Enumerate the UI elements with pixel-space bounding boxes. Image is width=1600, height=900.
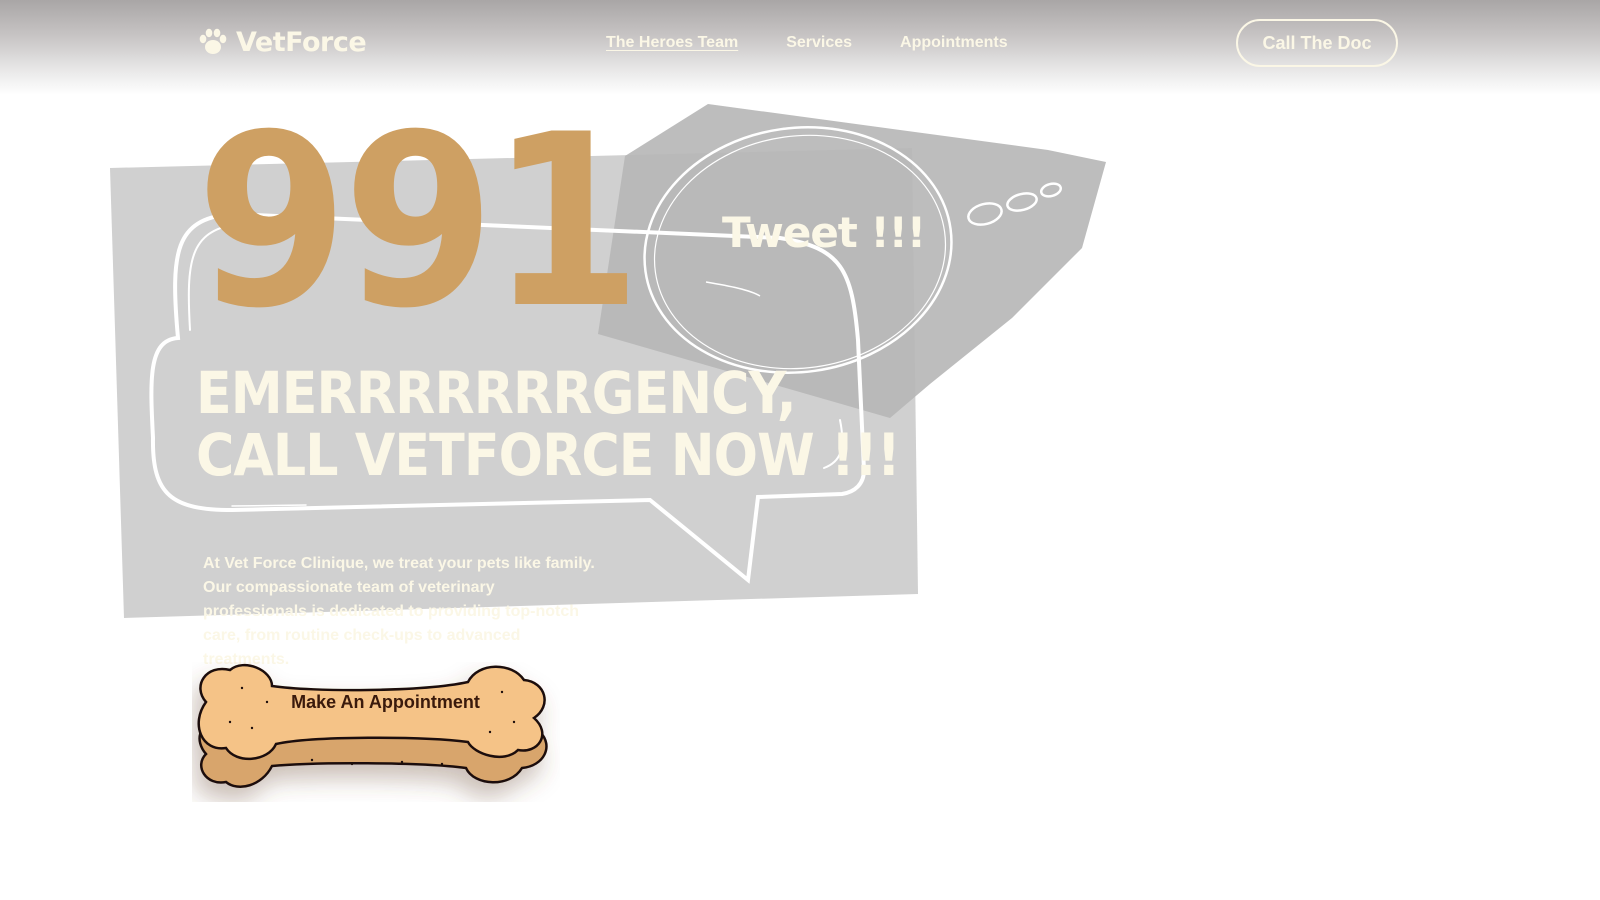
hero-headline: EMERRRRRRRGENCY, CALL VETFORCE NOW !!! <box>196 359 901 489</box>
nav-heroes-team[interactable]: The Heroes Team <box>606 34 738 52</box>
nav-appointments[interactable]: Appointments <box>900 34 1008 52</box>
headline-line-2: CALL VETFORCE NOW !!! <box>196 421 901 489</box>
main-nav: The Heroes Team Services Appointments <box>606 34 1008 52</box>
header: VetForce The Heroes Team Services Appoin… <box>0 0 1600 95</box>
dog-bone-icon <box>197 664 548 788</box>
make-appointment-label: Make An Appointment <box>291 692 480 712</box>
call-the-doc-button[interactable]: Call The Doc <box>1236 19 1398 67</box>
hero-description: At Vet Force Clinique, we treat your pet… <box>203 555 595 668</box>
nav-services[interactable]: Services <box>786 34 852 52</box>
paw-icon <box>199 28 227 54</box>
make-appointment-button[interactable]: Make An Appointment <box>192 662 560 802</box>
emergency-number: 991 <box>196 84 642 361</box>
logo-text: VetForce <box>236 26 367 58</box>
headline-line-1: EMERRRRRRRGENCY, <box>196 359 797 427</box>
page: VetForce The Heroes Team Services Appoin… <box>0 0 1600 900</box>
logo[interactable]: VetForce <box>198 22 367 62</box>
tweet-text: Tweet !!! <box>722 208 926 257</box>
